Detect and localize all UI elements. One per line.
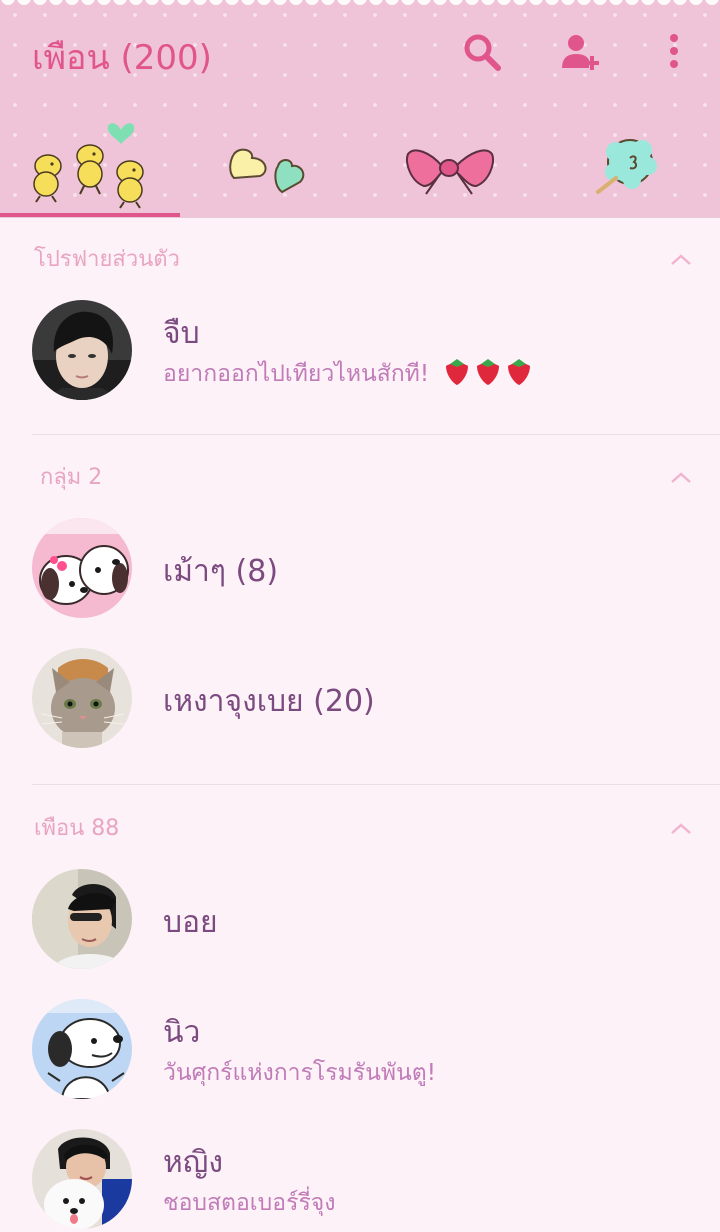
- my-profile-row[interactable]: จืบ อยากออกไปเทียวไหนสักที!: [0, 290, 720, 410]
- candy-hearts-icon: [229, 148, 305, 194]
- chevron-up-icon[interactable]: [666, 248, 696, 272]
- section-divider: [32, 784, 720, 785]
- profile-status: อยากออกไปเทียวไหนสักที!: [163, 356, 534, 392]
- chevron-up-icon[interactable]: [666, 466, 696, 490]
- section-header-friends: เพือน 88: [0, 799, 720, 859]
- friend-row[interactable]: บอย: [0, 859, 720, 979]
- friend-row[interactable]: นิว วันศุกร์แห่งการโรมรันพันตู!: [0, 989, 720, 1109]
- more-vert-icon[interactable]: [652, 30, 696, 74]
- group-row[interactable]: เหงาจุงเบย (20): [0, 638, 720, 758]
- section-header-groups: กลุ่ม 2: [0, 448, 720, 508]
- avatar: [32, 1129, 132, 1229]
- section-divider: [32, 434, 720, 435]
- avatar: [32, 999, 132, 1099]
- section-label: โปรฟายส่วนตัว: [34, 247, 180, 272]
- lace-trim: [0, 0, 720, 12]
- friend-row[interactable]: หญิง ชอบสตอเบอร์รี่จุง: [0, 1119, 720, 1232]
- group-row[interactable]: เม้าๆ (8): [0, 508, 720, 628]
- section-label: กลุ่ม 2: [40, 465, 103, 490]
- avatar: [32, 869, 132, 969]
- cotton-candy-icon: [596, 139, 657, 194]
- header-divider: [0, 217, 720, 218]
- avatar: [32, 518, 132, 618]
- avatar: [32, 648, 132, 748]
- woodstock-icon: [33, 123, 144, 209]
- search-icon[interactable]: [460, 30, 504, 74]
- avatar: [32, 300, 132, 400]
- page-title: เพือน (200): [32, 38, 212, 78]
- add-friend-icon[interactable]: [558, 30, 602, 74]
- ribbon-icon: [406, 149, 494, 195]
- tab-bar: [0, 106, 720, 218]
- profile-name: จืบ: [163, 316, 200, 351]
- group-name: เม้าๆ (8): [163, 554, 279, 589]
- app-header: เพือน (200): [0, 0, 720, 218]
- friend-name: นิว: [163, 1015, 201, 1050]
- group-name: เหงาจุงเบย (20): [163, 684, 375, 719]
- section-header-profile: โปรฟายส่วนตัว: [0, 230, 720, 290]
- status-text: อยากออกไปเทียวไหนสักที!: [163, 361, 430, 387]
- tab-friends[interactable]: [0, 106, 180, 218]
- tab-timeline[interactable]: [360, 106, 540, 218]
- tab-chats[interactable]: [180, 106, 360, 218]
- friend-status: ชอบสตอเบอร์รี่จุง: [163, 1190, 336, 1216]
- section-label: เพือน 88: [34, 816, 120, 841]
- friend-status: วันศุกร์แห่งการโรมรันพันตู!: [163, 1060, 436, 1086]
- chevron-up-icon[interactable]: [666, 817, 696, 841]
- tab-more[interactable]: [540, 106, 720, 218]
- friend-name: บอย: [163, 905, 218, 940]
- friend-name: หญิง: [163, 1145, 223, 1180]
- strawberry-emoji: [442, 358, 534, 392]
